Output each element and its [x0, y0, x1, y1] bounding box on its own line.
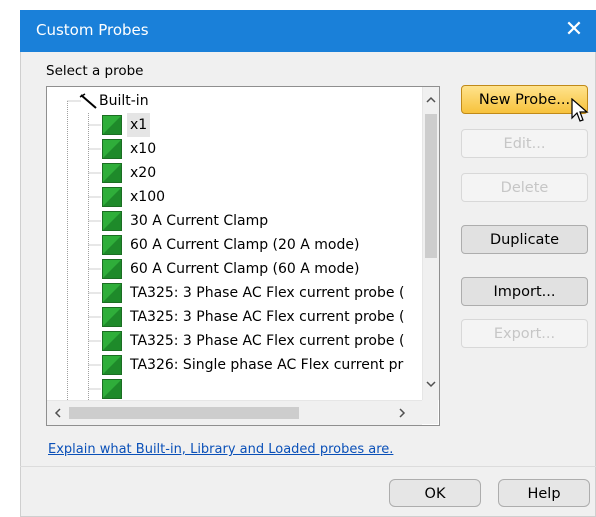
scroll-up-arrow-icon[interactable] [426, 96, 436, 103]
tree-item-label: TA326: Single phase AC Flex current pr [130, 357, 404, 373]
footer-separator [20, 466, 596, 467]
help-button[interactable]: Help [498, 479, 590, 507]
edit-button[interactable]: Edit... [461, 129, 588, 158]
help-link[interactable]: Explain what Built-in, Library and Loade… [48, 442, 393, 457]
vertical-scrollbar[interactable] [422, 87, 439, 400]
probe-icon [102, 307, 122, 327]
probe-icon [102, 331, 122, 351]
window-title: Custom Probes [36, 21, 149, 39]
vertical-scroll-thumb[interactable] [425, 114, 437, 258]
tree-item-label: TA325: 3 Phase AC Flex current probe ( [130, 309, 405, 325]
probe-icon [102, 115, 122, 135]
probe-icon [102, 187, 122, 207]
tree-item-label: x1 [127, 113, 151, 137]
close-icon[interactable]: ✕ [558, 14, 590, 46]
probe-icon-partial [102, 379, 122, 399]
horizontal-scroll-thumb[interactable] [69, 407, 299, 419]
tree-item-label: 60 A Current Clamp (60 A mode) [130, 261, 360, 277]
tree-item-label: TA325: 3 Phase AC Flex current probe ( [130, 285, 405, 301]
delete-button[interactable]: Delete [461, 173, 588, 202]
tree-item-label: 30 A Current Clamp [130, 213, 269, 229]
import-button[interactable]: Import... [461, 277, 588, 306]
probe-tree[interactable]: Built-in x1 x10 x20 x100 30 A Current Cl… [46, 86, 440, 426]
probe-icon [102, 139, 122, 159]
duplicate-button[interactable]: Duplicate [461, 225, 588, 254]
tree-item-label: TA325: 3 Phase AC Flex current probe ( [130, 333, 405, 349]
mouse-pointer-icon [571, 98, 589, 122]
scroll-left-arrow-icon[interactable] [54, 408, 61, 418]
tree-item-label: x20 [130, 165, 157, 181]
scroll-right-arrow-icon[interactable] [399, 408, 406, 418]
select-probe-label: Select a probe [46, 63, 144, 79]
probe-icon [102, 211, 122, 231]
tree-item-label: x100 [130, 189, 166, 205]
export-button[interactable]: Export... [461, 319, 588, 348]
probe-icon [102, 283, 122, 303]
tree-root-builtin[interactable]: Built-in [99, 89, 149, 113]
probe-icon [102, 235, 122, 255]
probe-icon [102, 163, 122, 183]
horizontal-scrollbar[interactable] [47, 400, 422, 425]
probe-icon [102, 259, 122, 279]
probe-icon [102, 355, 122, 375]
tree-item-label: 60 A Current Clamp (20 A mode) [130, 237, 360, 253]
probe-tip-icon [79, 93, 97, 109]
title-bar: Custom Probes ✕ [20, 10, 596, 52]
new-probe-button[interactable]: New Probe... [461, 85, 588, 114]
scrollbar-corner [422, 400, 438, 424]
scroll-down-arrow-icon[interactable] [426, 381, 436, 388]
tree-item-label: x10 [130, 141, 157, 157]
ok-button[interactable]: OK [389, 479, 481, 507]
custom-probes-dialog: Custom Probes ✕ Select a probe Built-in … [20, 10, 596, 517]
